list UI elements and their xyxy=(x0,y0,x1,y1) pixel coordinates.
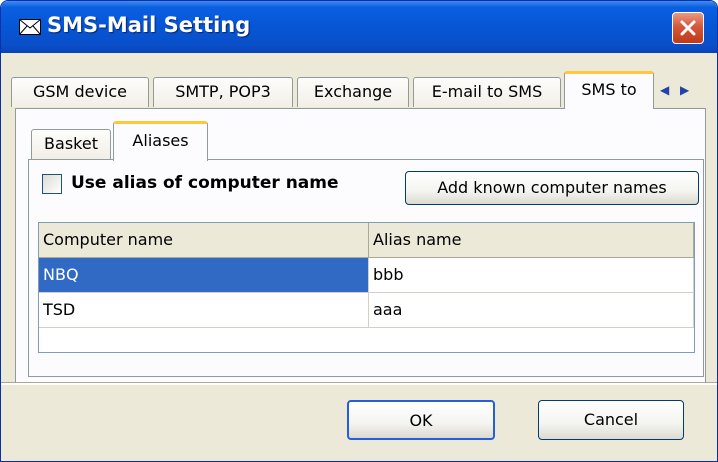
dialog-window: SMS-Mail Setting GSM device SMTP, POP3 E… xyxy=(0,0,718,462)
window-title: SMS-Mail Setting xyxy=(47,13,251,37)
tab-exchange[interactable]: Exchange xyxy=(297,77,409,107)
close-button[interactable] xyxy=(672,12,704,44)
scroll-right-icon[interactable]: ▶ xyxy=(680,83,689,97)
cell-alias-name[interactable]: bbb xyxy=(369,258,694,292)
tab-sms-to[interactable]: SMS to xyxy=(564,71,654,109)
cell-computer-name[interactable]: TSD xyxy=(39,293,369,327)
tab-smtp-pop3[interactable]: SMTP, POP3 xyxy=(153,77,293,107)
table-row[interactable]: TSD aaa xyxy=(39,293,694,328)
tab-scroll-buttons: ◀ ▶ xyxy=(654,79,698,105)
tab-email-to-sms[interactable]: E-mail to SMS xyxy=(413,77,561,107)
envelope-icon xyxy=(19,19,41,35)
subtab-aliases[interactable]: Aliases xyxy=(113,121,208,161)
cancel-button[interactable]: Cancel xyxy=(538,400,684,440)
cell-alias-name[interactable]: aaa xyxy=(369,293,694,327)
ok-button[interactable]: OK xyxy=(347,400,495,440)
table-header: Computer name Alias name xyxy=(39,223,694,258)
scroll-left-icon[interactable]: ◀ xyxy=(660,83,669,97)
add-known-computer-names-button[interactable]: Add known computer names xyxy=(405,171,699,205)
subtab-basket[interactable]: Basket xyxy=(31,129,111,159)
tab-gsm-device[interactable]: GSM device xyxy=(11,77,149,107)
cell-computer-name[interactable]: NBQ xyxy=(39,258,369,292)
footer-divider xyxy=(1,382,717,385)
title-bar[interactable]: SMS-Mail Setting xyxy=(1,1,717,53)
alias-table: Computer name Alias name NBQ bbb TSD aaa xyxy=(38,222,695,353)
use-alias-checkbox[interactable] xyxy=(42,174,62,194)
close-icon xyxy=(680,20,696,36)
table-row[interactable]: NBQ bbb xyxy=(39,258,694,293)
column-header-alias-name[interactable]: Alias name xyxy=(369,223,694,257)
use-alias-label: Use alias of computer name xyxy=(71,173,339,193)
column-header-computer-name[interactable]: Computer name xyxy=(39,223,369,257)
